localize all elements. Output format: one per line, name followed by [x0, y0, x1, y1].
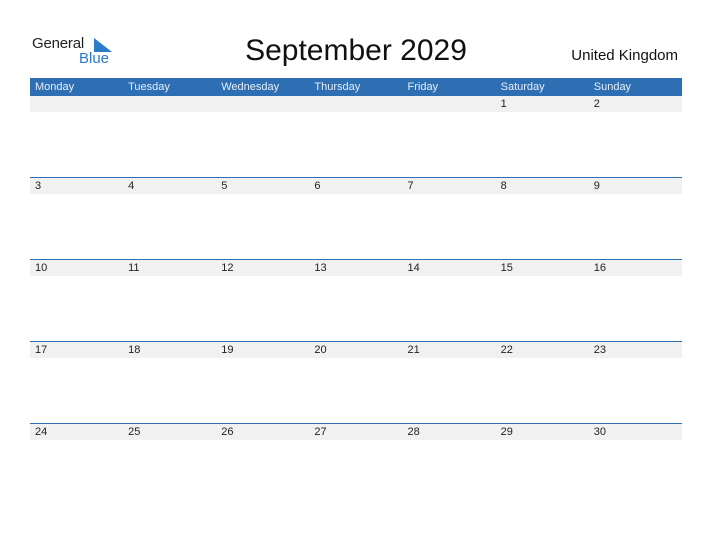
- day-cell: 9: [593, 180, 600, 192]
- week-row-5: 24 25 26 27 28 29 30: [30, 423, 682, 505]
- day-cell: 20: [314, 344, 327, 356]
- day-cell: 23: [593, 344, 606, 356]
- date-strip: 1 2: [30, 96, 682, 112]
- day-cell: 17: [35, 344, 48, 356]
- day-cell: 10: [35, 262, 48, 274]
- day-cell: [123, 96, 216, 112]
- day-cell: 11: [128, 262, 140, 274]
- day-cell: 13: [314, 262, 327, 274]
- weekday-sunday: Sunday: [593, 81, 632, 93]
- day-cell: 14: [407, 262, 420, 274]
- day-cell: 21: [407, 344, 420, 356]
- week-row-1: 1 2: [30, 96, 682, 177]
- weekday-thursday: Thursday: [314, 81, 361, 93]
- day-cell: [403, 96, 496, 112]
- day-cell: [30, 96, 123, 112]
- week-row-4: 17 18 19 20 21 22 23: [30, 341, 682, 423]
- date-strip: 3 4 5 6 7 8 9: [30, 178, 682, 194]
- day-cell: 25: [128, 426, 141, 438]
- calendar-grid: Monday Tuesday Wednesday Thursday Friday…: [30, 78, 682, 505]
- day-cell: [216, 96, 309, 112]
- day-cell: 4: [128, 180, 135, 192]
- day-cell: 16: [593, 262, 606, 274]
- day-cell: 28: [407, 426, 420, 438]
- day-cell: 22: [500, 344, 513, 356]
- day-cell: 3: [35, 180, 42, 192]
- weekday-header: Monday Tuesday Wednesday Thursday Friday…: [30, 78, 682, 96]
- day-cell: 12: [221, 262, 234, 274]
- day-cell: 6: [314, 180, 321, 192]
- date-strip: 24 25 26 27 28 29 30: [30, 424, 682, 440]
- weekday-saturday: Saturday: [500, 81, 545, 93]
- day-cell: 15: [500, 262, 513, 274]
- day-cell: 29: [500, 426, 513, 438]
- week-row-3: 10 11 12 13 14 15 16: [30, 259, 682, 341]
- weekday-friday: Friday: [407, 81, 439, 93]
- day-cell: 18: [128, 344, 141, 356]
- weekday-wednesday: Wednesday: [221, 81, 280, 93]
- day-cell: 26: [221, 426, 234, 438]
- date-strip: 10 11 12 13 14 15 16: [30, 260, 682, 276]
- day-cell: 27: [314, 426, 327, 438]
- day-cell: 24: [35, 426, 48, 438]
- day-cell: 8: [500, 180, 507, 192]
- day-cell: [309, 96, 402, 112]
- day-cell: 30: [593, 426, 606, 438]
- day-cell: 5: [221, 180, 228, 192]
- date-strip: 17 18 19 20 21 22 23: [30, 342, 682, 358]
- day-cell: 2: [593, 98, 600, 110]
- day-cell: 19: [221, 344, 234, 356]
- day-cell: 7: [407, 180, 414, 192]
- day-cell: 1: [500, 98, 507, 110]
- weekday-tuesday: Tuesday: [128, 81, 170, 93]
- weekday-monday: Monday: [35, 81, 75, 93]
- country-label: United Kingdom: [571, 47, 678, 64]
- week-row-2: 3 4 5 6 7 8 9: [30, 177, 682, 259]
